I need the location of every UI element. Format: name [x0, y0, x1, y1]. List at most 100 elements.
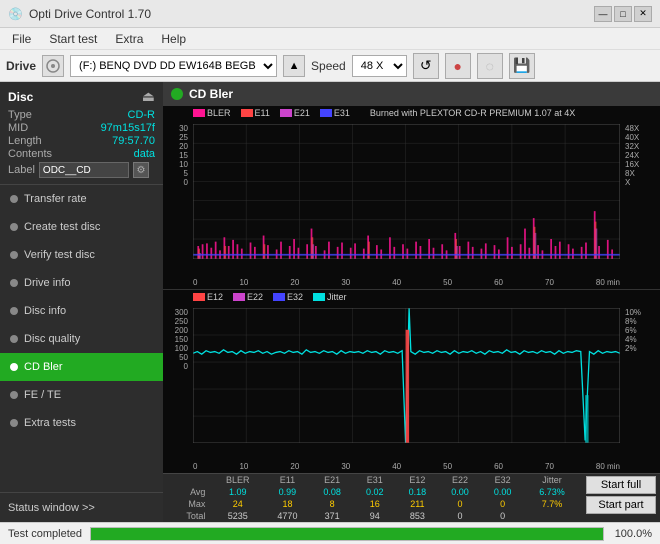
total-jitter	[524, 510, 580, 522]
nav-verify-test-disc[interactable]: Verify test disc	[0, 241, 163, 269]
legend-e31: E31	[334, 108, 350, 118]
nav-extra-tests[interactable]: Extra tests	[0, 409, 163, 437]
legend-e12: E12	[207, 292, 223, 302]
x-top-20: 20	[290, 278, 299, 287]
type-label: Type	[8, 109, 32, 121]
minimize-button[interactable]: —	[594, 6, 612, 22]
x-bot-60: 60	[494, 462, 503, 471]
max-e32: 0	[481, 498, 524, 510]
nav-dot	[10, 223, 18, 231]
speed-select[interactable]: 48 X40 X32 X	[352, 55, 407, 77]
top-chart-svg	[193, 124, 620, 259]
nav-disc-quality[interactable]: Disc quality	[0, 325, 163, 353]
x-bot-80: 80 min	[596, 462, 620, 471]
col-e32: E32	[481, 474, 524, 486]
x-top-50: 50	[443, 278, 452, 287]
disc-header: Disc ⏏	[8, 88, 155, 105]
drivebar: Drive (F:) BENQ DVD DD EW164B BEGB ▲ Spe…	[0, 50, 660, 82]
disc-contents-row: Contents data	[8, 148, 155, 160]
refresh-button[interactable]: ↺	[413, 53, 439, 79]
disc-type-row: Type CD-R	[8, 109, 155, 121]
legend-e22: E22	[247, 292, 263, 302]
burn-button[interactable]: ●	[445, 53, 471, 79]
eject-button[interactable]: ▲	[283, 55, 305, 77]
disc-eject-icon: ⏏	[142, 88, 155, 105]
sidebar: Disc ⏏ Type CD-R MID 97m15s17f Length 79…	[0, 82, 163, 522]
y-right-4pct: 4%	[625, 335, 660, 344]
save-button[interactable]: 💾	[509, 53, 535, 79]
label-input[interactable]	[39, 162, 129, 178]
mid-label: MID	[8, 122, 28, 134]
drive-select[interactable]: (F:) BENQ DVD DD EW164B BEGB	[70, 55, 277, 77]
avg-bler: 1.09	[211, 486, 264, 498]
total-e21: 371	[311, 510, 354, 522]
nav-dot	[10, 335, 18, 343]
disc-title: Disc	[8, 90, 33, 104]
col-e21: E21	[311, 474, 354, 486]
x-bot-30: 30	[341, 462, 350, 471]
y-right-8x: 8X	[625, 169, 660, 178]
close-button[interactable]: ✕	[634, 6, 652, 22]
nav-cd-bler-label: CD Bler	[24, 361, 63, 373]
menu-start-test[interactable]: Start test	[41, 30, 105, 48]
app-title: Opti Drive Control 1.70	[29, 7, 151, 21]
y-bot-300: 300	[163, 308, 188, 317]
total-e32: 0	[481, 510, 524, 522]
nav-dot	[10, 419, 18, 427]
status-window-label: Status window >>	[8, 502, 95, 514]
y-right-32x: 32X	[625, 142, 660, 151]
x-top-10: 10	[239, 278, 248, 287]
menu-help[interactable]: Help	[153, 30, 194, 48]
x-top-80: 80 min	[596, 278, 620, 287]
nav-fe-te[interactable]: FE / TE	[0, 381, 163, 409]
avg-e32: 0.00	[481, 486, 524, 498]
titlebar: 💿 Opti Drive Control 1.70 — □ ✕	[0, 0, 660, 28]
drive-icon	[42, 55, 64, 77]
avg-e12: 0.18	[396, 486, 439, 498]
y-right-24x: 24X	[625, 151, 660, 160]
y-bot-0: 0	[163, 362, 188, 371]
y-bot-200: 200	[163, 326, 188, 335]
total-bler: 5235	[211, 510, 264, 522]
progressbar-area: Test completed 100.0%	[0, 522, 660, 544]
max-jitter: 7.7%	[524, 498, 580, 510]
total-e31: 94	[353, 510, 396, 522]
nav-dot	[10, 391, 18, 399]
nav-create-test-disc[interactable]: Create test disc	[0, 213, 163, 241]
stats-max-row: Max 24 18 8 16 211 0 0 7.7%	[163, 498, 580, 510]
menu-file[interactable]: File	[4, 30, 39, 48]
x-bot-20: 20	[290, 462, 299, 471]
nav-items: Transfer rate Create test disc Verify te…	[0, 185, 163, 492]
max-bler: 24	[211, 498, 264, 510]
progress-bar	[90, 527, 604, 541]
nav-drive-info[interactable]: Drive info	[0, 269, 163, 297]
nav-cd-bler[interactable]: CD Bler	[0, 353, 163, 381]
menu-extra[interactable]: Extra	[107, 30, 151, 48]
nav-dot	[10, 307, 18, 315]
y-top-10: 10	[163, 160, 188, 169]
col-e22: E22	[439, 474, 482, 486]
max-e12: 211	[396, 498, 439, 510]
nav-disc-quality-label: Disc quality	[24, 333, 80, 345]
nav-disc-info[interactable]: Disc info	[0, 297, 163, 325]
start-part-button[interactable]: Start part	[586, 496, 656, 514]
main-area: Disc ⏏ Type CD-R MID 97m15s17f Length 79…	[0, 82, 660, 522]
label-button[interactable]: ⚙	[133, 162, 149, 178]
type-value: CD-R	[128, 109, 156, 121]
start-full-button[interactable]: Start full	[586, 476, 656, 494]
maximize-button[interactable]: □	[614, 6, 632, 22]
y-bot-50: 50	[163, 353, 188, 362]
total-e12: 853	[396, 510, 439, 522]
legend-e11: E11	[255, 108, 270, 118]
total-label: Total	[163, 510, 211, 522]
erase-button[interactable]: ◌	[477, 53, 503, 79]
avg-e21: 0.08	[311, 486, 354, 498]
chart-title: CD Bler	[189, 87, 233, 101]
status-window-button[interactable]: Status window >>	[0, 492, 163, 522]
length-value: 79:57.70	[112, 135, 155, 147]
contents-value: data	[134, 148, 155, 160]
nav-disc-info-label: Disc info	[24, 305, 66, 317]
x-top-70: 70	[545, 278, 554, 287]
nav-fe-te-label: FE / TE	[24, 389, 61, 401]
nav-transfer-rate[interactable]: Transfer rate	[0, 185, 163, 213]
